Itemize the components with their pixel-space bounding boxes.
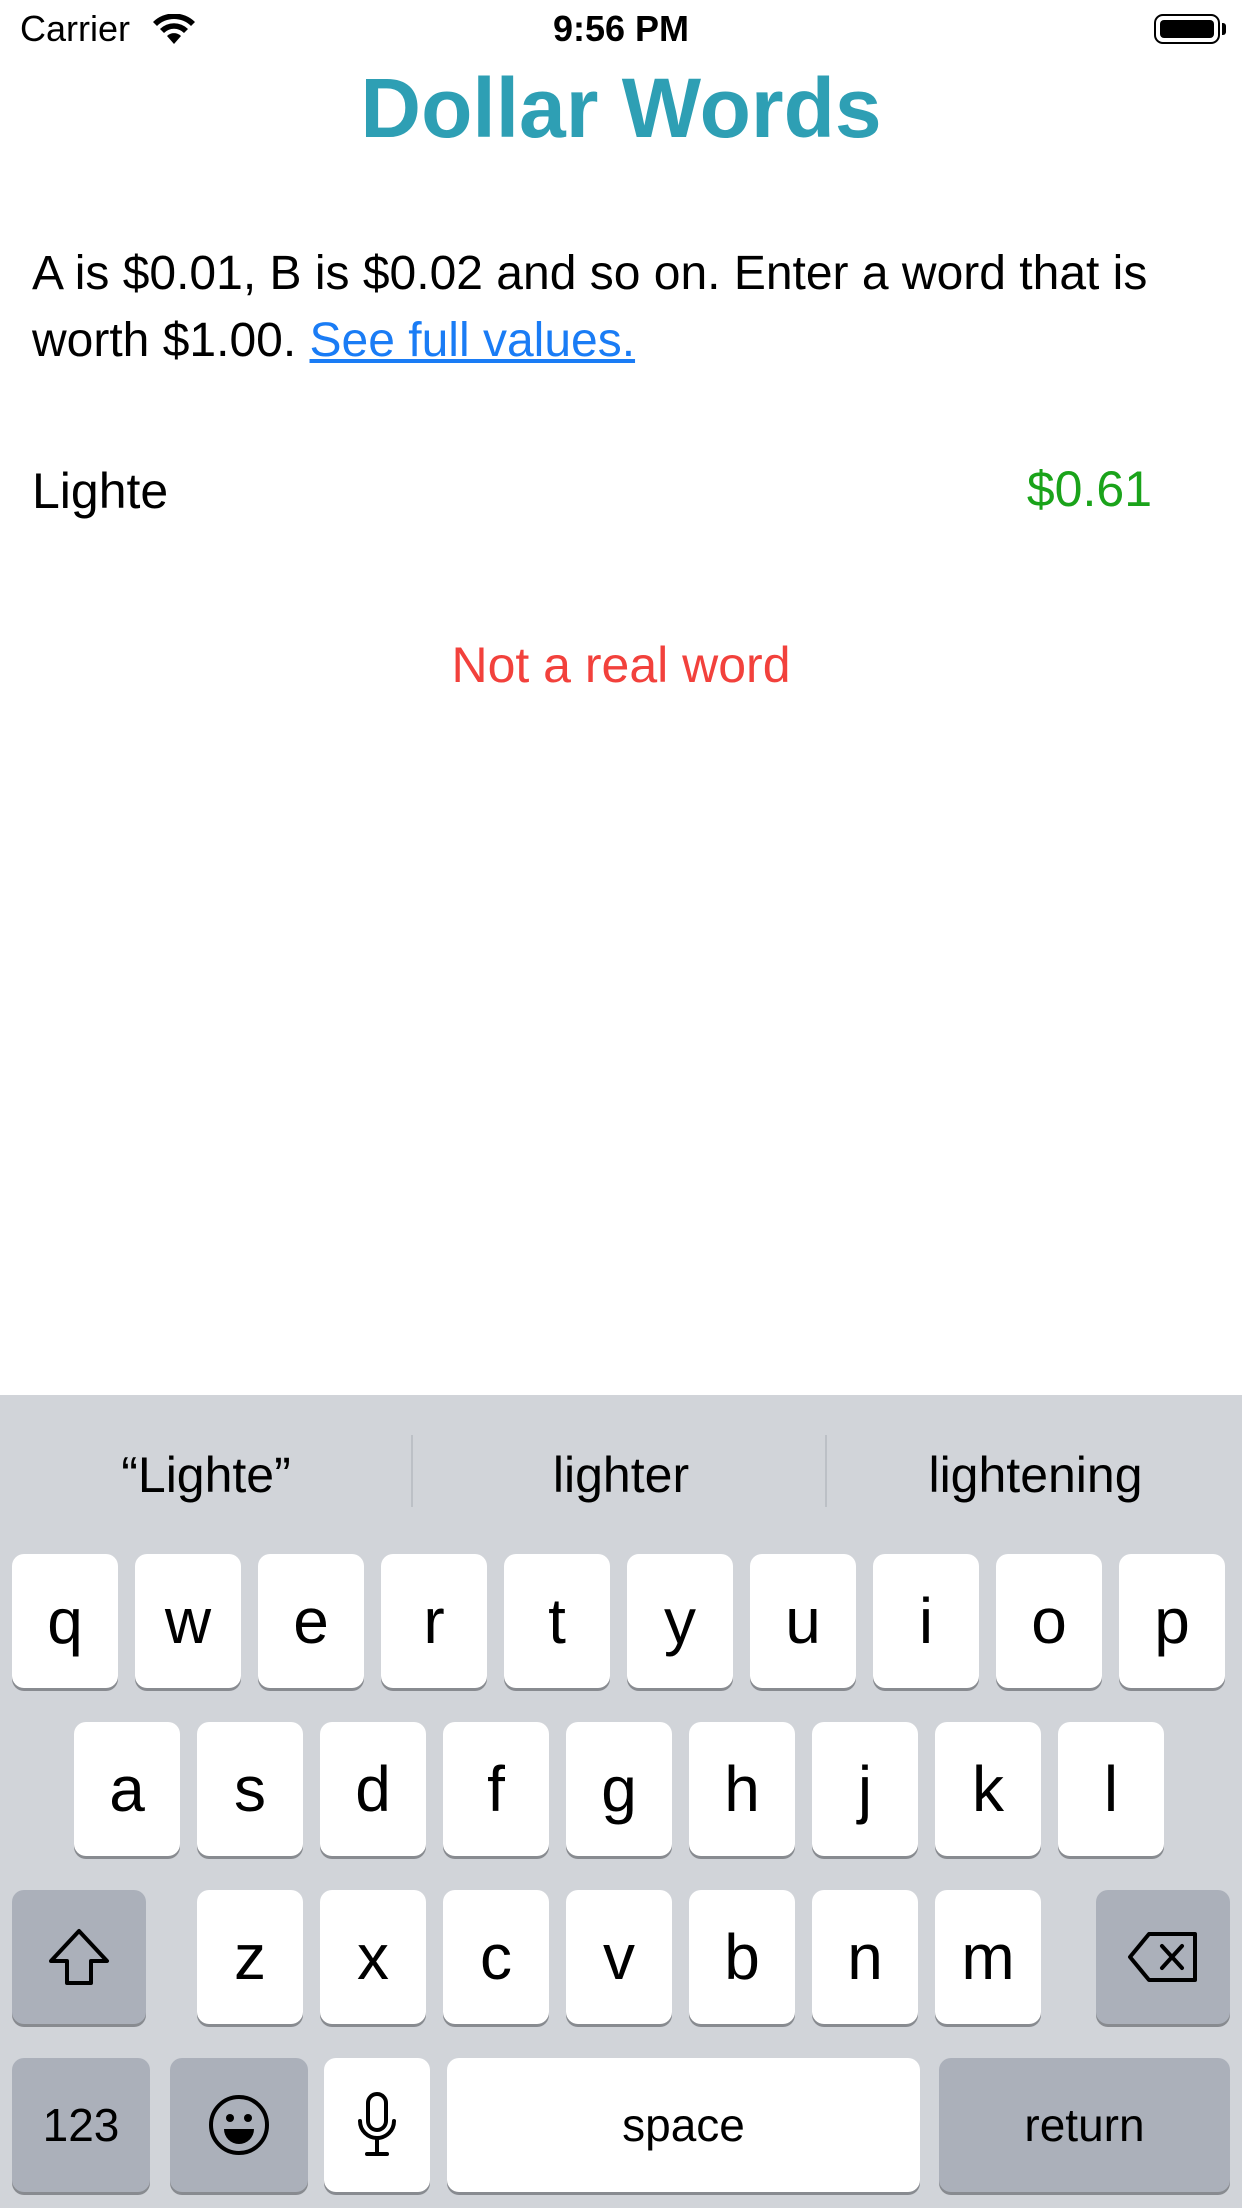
key-q[interactable]: q <box>12 1554 118 1688</box>
key-d[interactable]: d <box>320 1722 426 1856</box>
key-k[interactable]: k <box>935 1722 1041 1856</box>
key-v[interactable]: v <box>566 1890 672 2024</box>
clock: 9:56 PM <box>552 8 690 49</box>
key-p[interactable]: p <box>1119 1554 1225 1688</box>
key-i[interactable]: i <box>873 1554 979 1688</box>
suggestion-lighter[interactable]: lighter <box>415 1435 827 1515</box>
key-j[interactable]: j <box>812 1722 918 1856</box>
microphone-key[interactable] <box>324 2058 430 2192</box>
shift-icon <box>12 1890 146 2024</box>
suggestion-typed[interactable]: “Lighte” <box>0 1435 412 1515</box>
see-full-values-link[interactable]: See full values. <box>310 314 636 367</box>
return-key[interactable]: return <box>939 2058 1230 2192</box>
microphone-icon <box>324 2058 430 2192</box>
key-c[interactable]: c <box>443 1890 549 2024</box>
emoji-key[interactable] <box>170 2058 308 2192</box>
shift-key[interactable] <box>12 1890 146 2024</box>
emoji-icon <box>170 2058 308 2192</box>
key-u[interactable]: u <box>750 1554 856 1688</box>
validation-message: Not a real word <box>451 637 791 693</box>
word-input[interactable] <box>32 456 832 526</box>
delete-key[interactable] <box>1096 1890 1230 2024</box>
key-x[interactable]: x <box>320 1890 426 2024</box>
key-g[interactable]: g <box>566 1722 672 1856</box>
space-key[interactable]: space <box>447 2058 920 2192</box>
key-l[interactable]: l <box>1058 1722 1164 1856</box>
word-price: $0.61 <box>1026 461 1152 517</box>
suggestion-divider <box>825 1435 827 1507</box>
numbers-key[interactable]: 123 <box>12 2058 150 2192</box>
key-b[interactable]: b <box>689 1890 795 2024</box>
suggestion-lightening[interactable]: lightening <box>829 1435 1242 1515</box>
key-r[interactable]: r <box>381 1554 487 1688</box>
key-e[interactable]: e <box>258 1554 364 1688</box>
key-t[interactable]: t <box>504 1554 610 1688</box>
page-title: Dollar Words <box>360 61 882 155</box>
instructions: A is $0.01, B is $0.02 and so on. Enter … <box>32 240 1212 374</box>
battery-cap <box>1222 23 1226 35</box>
key-f[interactable]: f <box>443 1722 549 1856</box>
battery-icon <box>1154 14 1220 44</box>
key-m[interactable]: m <box>935 1890 1041 2024</box>
key-z[interactable]: z <box>197 1890 303 2024</box>
key-o[interactable]: o <box>996 1554 1102 1688</box>
delete-icon <box>1096 1890 1230 2024</box>
suggestion-divider <box>411 1435 413 1507</box>
key-w[interactable]: w <box>135 1554 241 1688</box>
key-h[interactable]: h <box>689 1722 795 1856</box>
key-s[interactable]: s <box>197 1722 303 1856</box>
key-y[interactable]: y <box>627 1554 733 1688</box>
key-n[interactable]: n <box>812 1890 918 2024</box>
key-a[interactable]: a <box>74 1722 180 1856</box>
